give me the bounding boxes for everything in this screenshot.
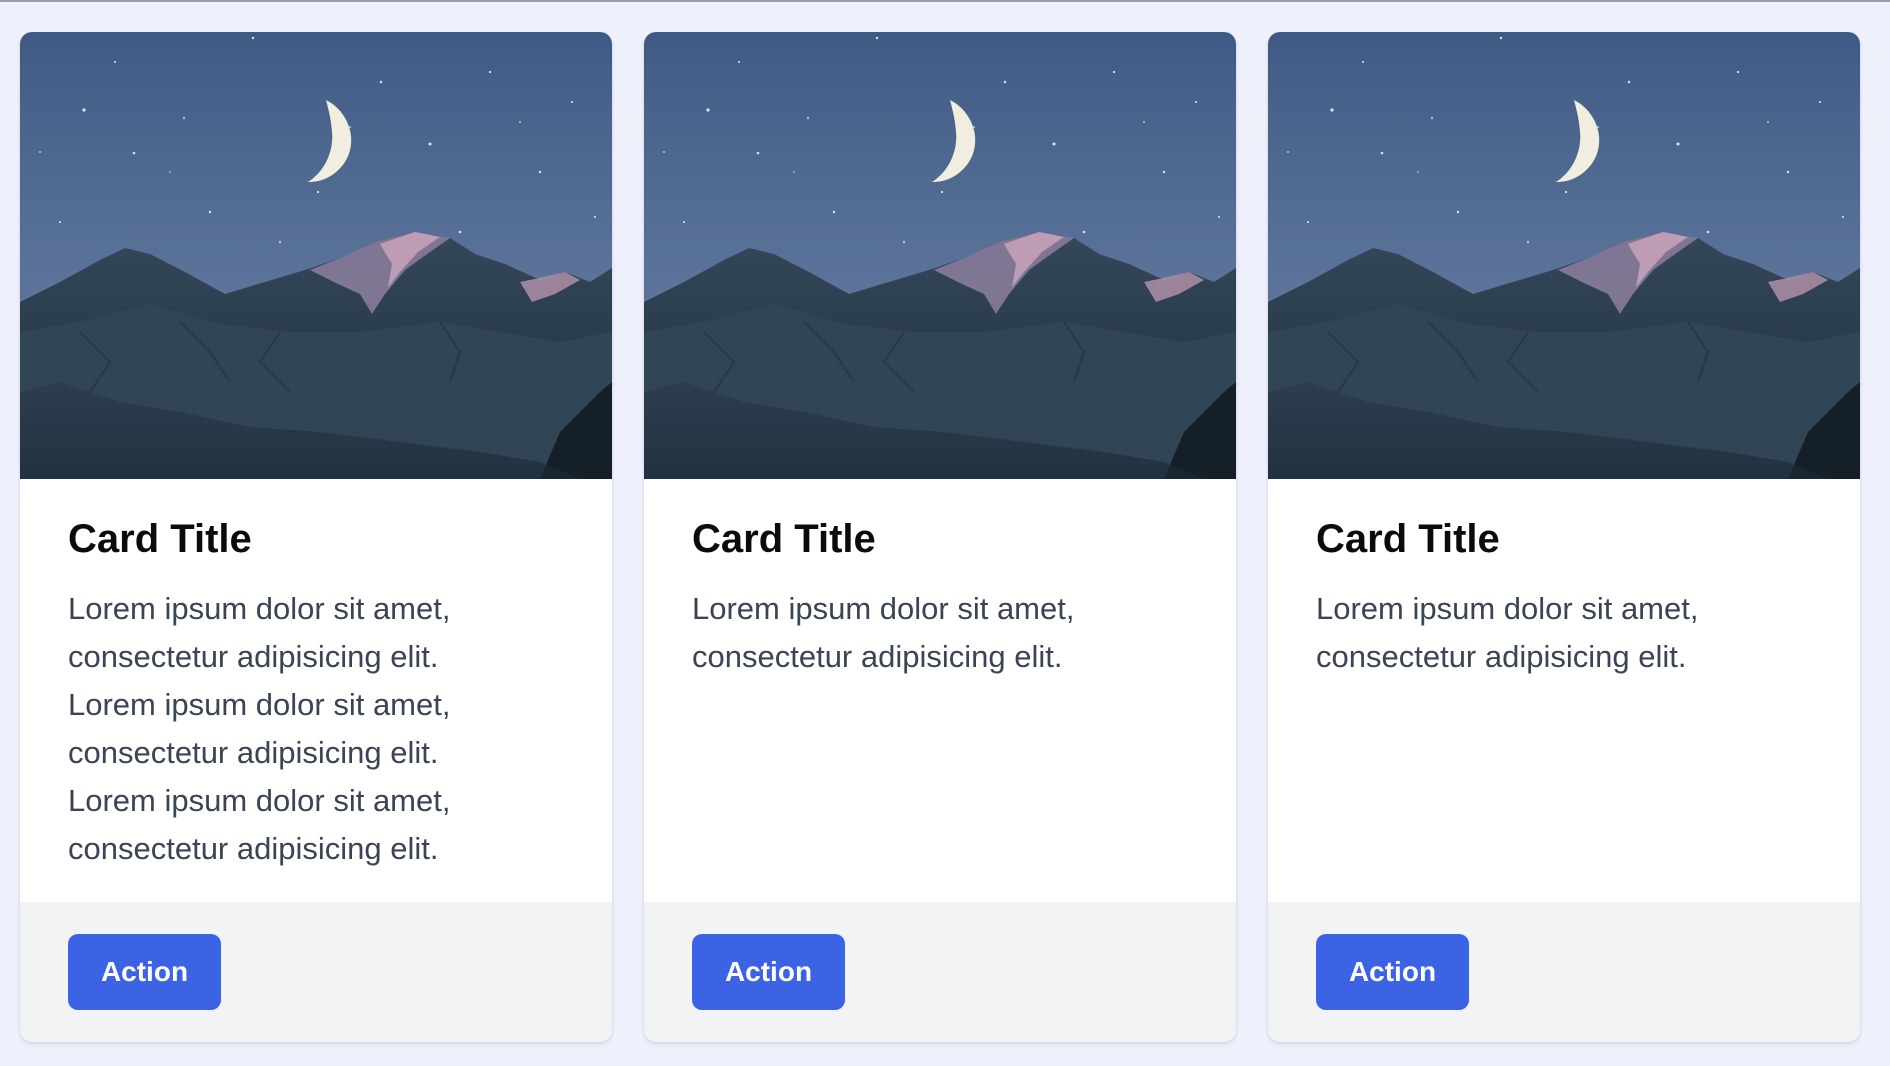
card-body: Card Title Lorem ipsum dolor sit amet, c… xyxy=(644,479,1236,902)
card-footer: Action xyxy=(1268,902,1860,1042)
card-image xyxy=(1268,32,1860,479)
card-list: Card Title Lorem ipsum dolor sit amet, c… xyxy=(20,32,1860,1042)
card-title: Card Title xyxy=(1316,517,1500,561)
card-image xyxy=(20,32,612,479)
card-image xyxy=(644,32,1236,479)
card-text: Lorem ipsum dolor sit amet, consectetur … xyxy=(68,591,451,866)
card-text: Lorem ipsum dolor sit amet, consectetur … xyxy=(692,591,1075,674)
card-footer: Action xyxy=(20,902,612,1042)
card: Card Title Lorem ipsum dolor sit amet, c… xyxy=(20,32,612,1042)
action-button[interactable]: Action xyxy=(68,934,221,1010)
card-title: Card Title xyxy=(68,517,252,561)
card-body: Card Title Lorem ipsum dolor sit amet, c… xyxy=(20,479,612,902)
card: Card Title Lorem ipsum dolor sit amet, c… xyxy=(1268,32,1860,1042)
card: Card Title Lorem ipsum dolor sit amet, c… xyxy=(644,32,1236,1042)
action-button[interactable]: Action xyxy=(692,934,845,1010)
card-title: Card Title xyxy=(692,517,876,561)
card-footer: Action xyxy=(644,902,1236,1042)
action-button[interactable]: Action xyxy=(1316,934,1469,1010)
card-body: Card Title Lorem ipsum dolor sit amet, c… xyxy=(1268,479,1860,902)
window-top-border xyxy=(0,0,1890,2)
card-text: Lorem ipsum dolor sit amet, consectetur … xyxy=(1316,591,1699,674)
